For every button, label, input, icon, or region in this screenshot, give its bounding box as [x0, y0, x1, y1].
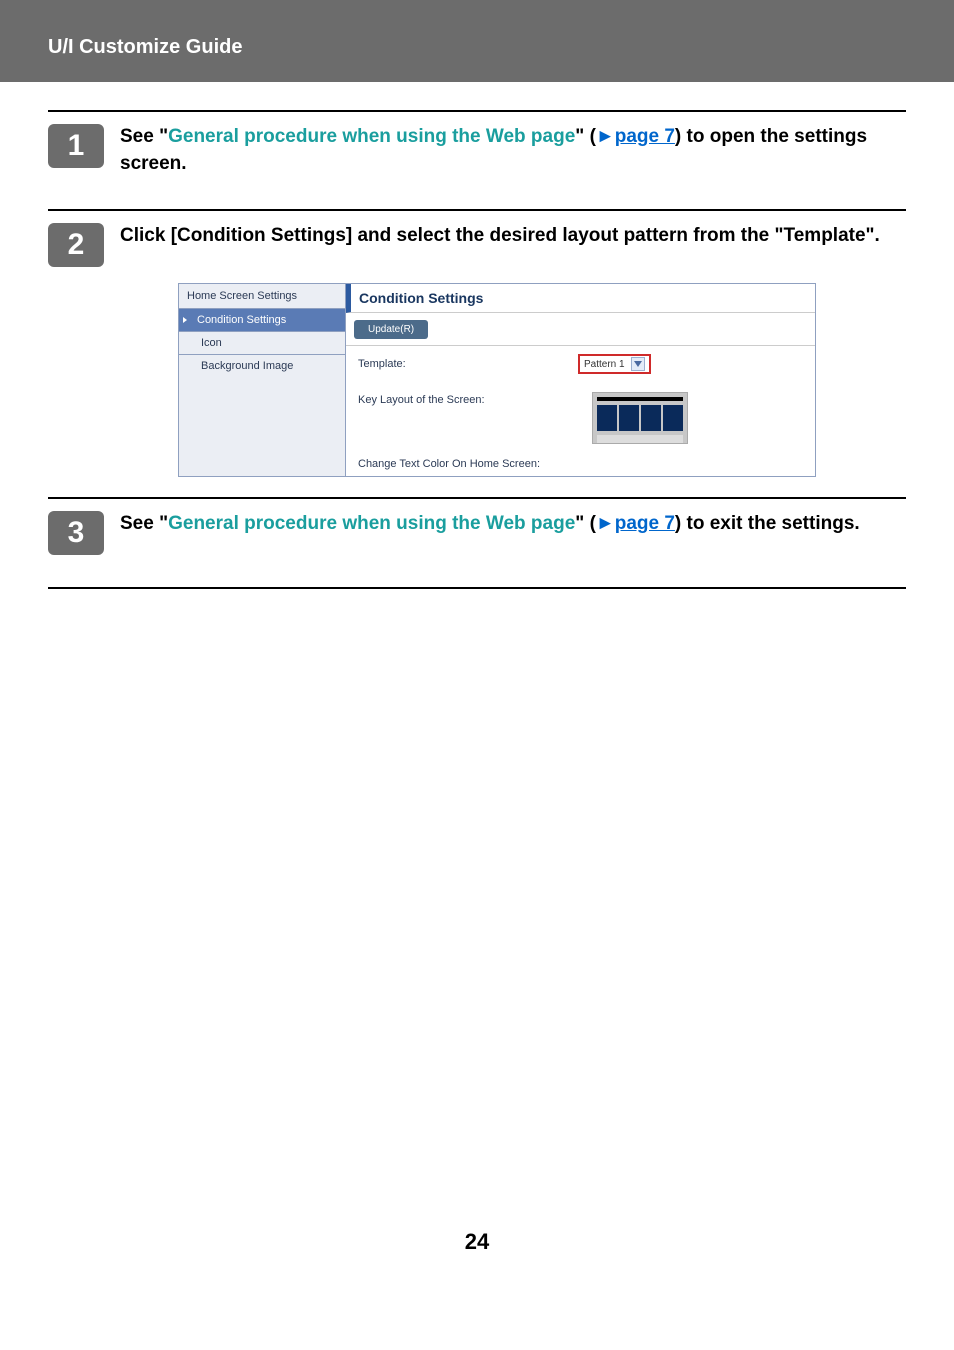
sidebar-heading: Home Screen Settings — [179, 284, 345, 309]
key-layout-row: Key Layout of the Screen: — [358, 392, 803, 444]
preview-key — [597, 405, 617, 431]
text-color-row: Change Text Color On Home Screen: — [358, 454, 540, 472]
step-3: 3 See "General procedure when using the … — [48, 497, 906, 567]
update-button-row: Update(R) — [346, 313, 815, 346]
page-number: 24 — [48, 1229, 906, 1275]
preview-topbar — [597, 397, 683, 401]
step-text: Click [Condition Settings] and select th… — [120, 223, 880, 250]
page-header: U/I Customize Guide — [0, 0, 954, 82]
step-number: 2 — [68, 228, 85, 262]
sidebar: Home Screen Settings Condition Settings … — [178, 283, 346, 477]
step-row: 1 See "General procedure when using the … — [48, 118, 906, 189]
template-row: Template: Pattern 1 — [358, 354, 803, 374]
link-page-ref[interactable]: page 7 — [615, 126, 675, 147]
link-arrow-icon: ► — [596, 513, 615, 534]
text-prefix: See " — [120, 513, 168, 534]
link-arrow-icon: ► — [596, 126, 615, 147]
step-number-box: 2 — [48, 223, 104, 267]
text-mid: " ( — [575, 126, 596, 147]
preview-key — [663, 405, 683, 431]
step-number: 3 — [68, 516, 85, 550]
preview-bottombar — [597, 435, 683, 443]
main-content: 1 See "General procedure when using the … — [0, 82, 954, 1275]
pane-body: Template: Pattern 1 Key Layout of the Sc… — [346, 346, 815, 476]
step-2: 2 Click [Condition Settings] and select … — [48, 209, 906, 477]
step-number-box: 1 — [48, 124, 104, 168]
condition-settings-pane: Condition Settings Update(R) Template: P… — [346, 283, 816, 477]
screenshot-figure: Home Screen Settings Condition Settings … — [178, 283, 816, 477]
divider — [48, 209, 906, 211]
sidebar-item-background-image[interactable]: Background Image — [179, 355, 345, 377]
step-row: 3 See "General procedure when using the … — [48, 505, 906, 567]
sidebar-item-icon[interactable]: Icon — [179, 332, 345, 355]
preview-key — [619, 405, 639, 431]
sidebar-item-condition-settings[interactable]: Condition Settings — [179, 309, 345, 332]
preview-keyrow — [597, 405, 683, 431]
step-text: See "General procedure when using the We… — [120, 511, 860, 538]
template-dropdown[interactable]: Pattern 1 — [578, 354, 651, 374]
step-text: See "General procedure when using the We… — [120, 124, 906, 177]
text-mid: " ( — [575, 513, 596, 534]
link-procedure[interactable]: General procedure when using the Web pag… — [168, 126, 575, 147]
step-number-box: 3 — [48, 511, 104, 555]
step-number: 1 — [68, 129, 85, 163]
text-color-label: Change Text Color On Home Screen: — [358, 458, 540, 470]
key-layout-label: Key Layout of the Screen: — [358, 392, 578, 444]
template-dropdown-value: Pattern 1 — [584, 359, 625, 370]
text-prefix: See " — [120, 126, 168, 147]
divider — [48, 110, 906, 112]
preview-key — [641, 405, 661, 431]
layout-preview-thumbnail — [592, 392, 688, 444]
link-procedure[interactable]: General procedure when using the Web pag… — [168, 513, 575, 534]
template-label: Template: — [358, 358, 578, 370]
text-suffix: ) to exit the settings. — [675, 513, 860, 534]
update-button[interactable]: Update(R) — [354, 320, 428, 339]
divider — [48, 497, 906, 499]
link-page-ref[interactable]: page 7 — [615, 513, 675, 534]
step-1: 1 See "General procedure when using the … — [48, 110, 906, 189]
chevron-down-icon — [631, 357, 645, 371]
screenshot: Home Screen Settings Condition Settings … — [178, 283, 816, 477]
step-row: 2 Click [Condition Settings] and select … — [48, 217, 906, 279]
divider — [48, 587, 906, 589]
pane-title: Condition Settings — [346, 284, 815, 313]
page-title: U/I Customize Guide — [48, 36, 954, 59]
